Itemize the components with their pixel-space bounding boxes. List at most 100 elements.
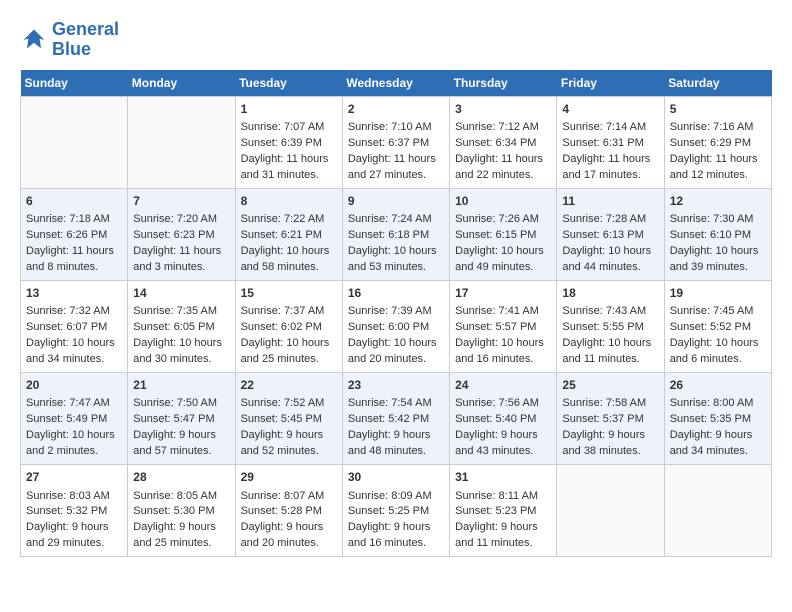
calendar-cell bbox=[128, 96, 235, 188]
daylight-text: Daylight: 11 hours and 31 minutes. bbox=[241, 153, 329, 181]
weekday-header: Friday bbox=[557, 70, 664, 97]
sunrise-text: Sunrise: 7:52 AM bbox=[241, 397, 325, 409]
daylight-text: Daylight: 9 hours and 25 minutes. bbox=[133, 521, 216, 549]
day-number: 3 bbox=[455, 101, 551, 118]
day-number: 31 bbox=[455, 469, 551, 486]
sunrise-text: Sunrise: 7:30 AM bbox=[670, 213, 754, 225]
calendar-cell: 10Sunrise: 7:26 AMSunset: 6:15 PMDayligh… bbox=[450, 188, 557, 280]
day-number: 27 bbox=[26, 469, 122, 486]
daylight-text: Daylight: 10 hours and 49 minutes. bbox=[455, 245, 544, 273]
sunset-text: Sunset: 6:18 PM bbox=[348, 229, 429, 241]
calendar-cell: 25Sunrise: 7:58 AMSunset: 5:37 PMDayligh… bbox=[557, 373, 664, 465]
sunset-text: Sunset: 6:07 PM bbox=[26, 321, 107, 333]
daylight-text: Daylight: 10 hours and 44 minutes. bbox=[562, 245, 651, 273]
sunset-text: Sunset: 6:29 PM bbox=[670, 137, 751, 149]
sunrise-text: Sunrise: 7:43 AM bbox=[562, 305, 646, 317]
sunset-text: Sunset: 6:00 PM bbox=[348, 321, 429, 333]
daylight-text: Daylight: 9 hours and 11 minutes. bbox=[455, 521, 538, 549]
day-number: 29 bbox=[241, 469, 337, 486]
daylight-text: Daylight: 10 hours and 30 minutes. bbox=[133, 337, 222, 365]
sunset-text: Sunset: 5:28 PM bbox=[241, 505, 322, 517]
day-number: 17 bbox=[455, 285, 551, 302]
day-number: 28 bbox=[133, 469, 229, 486]
sunset-text: Sunset: 5:47 PM bbox=[133, 413, 214, 425]
weekday-header-row: SundayMondayTuesdayWednesdayThursdayFrid… bbox=[21, 70, 772, 97]
daylight-text: Daylight: 9 hours and 43 minutes. bbox=[455, 429, 538, 457]
calendar-cell: 2Sunrise: 7:10 AMSunset: 6:37 PMDaylight… bbox=[342, 96, 449, 188]
sunset-text: Sunset: 6:23 PM bbox=[133, 229, 214, 241]
sunrise-text: Sunrise: 7:39 AM bbox=[348, 305, 432, 317]
day-number: 21 bbox=[133, 377, 229, 394]
calendar-cell: 11Sunrise: 7:28 AMSunset: 6:13 PMDayligh… bbox=[557, 188, 664, 280]
sunrise-text: Sunrise: 7:37 AM bbox=[241, 305, 325, 317]
sunrise-text: Sunrise: 8:07 AM bbox=[241, 490, 325, 502]
daylight-text: Daylight: 10 hours and 25 minutes. bbox=[241, 337, 330, 365]
sunrise-text: Sunrise: 7:58 AM bbox=[562, 397, 646, 409]
day-number: 26 bbox=[670, 377, 766, 394]
sunrise-text: Sunrise: 7:54 AM bbox=[348, 397, 432, 409]
day-number: 13 bbox=[26, 285, 122, 302]
sunset-text: Sunset: 5:35 PM bbox=[670, 413, 751, 425]
sunrise-text: Sunrise: 8:09 AM bbox=[348, 490, 432, 502]
sunset-text: Sunset: 5:52 PM bbox=[670, 321, 751, 333]
daylight-text: Daylight: 10 hours and 6 minutes. bbox=[670, 337, 759, 365]
sunset-text: Sunset: 6:13 PM bbox=[562, 229, 643, 241]
sunrise-text: Sunrise: 7:35 AM bbox=[133, 305, 217, 317]
daylight-text: Daylight: 11 hours and 17 minutes. bbox=[562, 153, 650, 181]
sunset-text: Sunset: 5:30 PM bbox=[133, 505, 214, 517]
daylight-text: Daylight: 9 hours and 48 minutes. bbox=[348, 429, 431, 457]
calendar-cell: 26Sunrise: 8:00 AMSunset: 5:35 PMDayligh… bbox=[664, 373, 771, 465]
sunrise-text: Sunrise: 8:11 AM bbox=[455, 490, 538, 502]
day-number: 25 bbox=[562, 377, 658, 394]
calendar-cell: 27Sunrise: 8:03 AMSunset: 5:32 PMDayligh… bbox=[21, 465, 128, 557]
daylight-text: Daylight: 9 hours and 20 minutes. bbox=[241, 521, 324, 549]
sunset-text: Sunset: 5:57 PM bbox=[455, 321, 536, 333]
calendar-cell: 31Sunrise: 8:11 AMSunset: 5:23 PMDayligh… bbox=[450, 465, 557, 557]
day-number: 10 bbox=[455, 193, 551, 210]
calendar-cell: 17Sunrise: 7:41 AMSunset: 5:57 PMDayligh… bbox=[450, 280, 557, 372]
sunrise-text: Sunrise: 7:32 AM bbox=[26, 305, 110, 317]
calendar-cell: 24Sunrise: 7:56 AMSunset: 5:40 PMDayligh… bbox=[450, 373, 557, 465]
logo: General Blue bbox=[20, 20, 119, 60]
daylight-text: Daylight: 11 hours and 22 minutes. bbox=[455, 153, 543, 181]
sunset-text: Sunset: 5:40 PM bbox=[455, 413, 536, 425]
sunset-text: Sunset: 5:45 PM bbox=[241, 413, 322, 425]
daylight-text: Daylight: 10 hours and 16 minutes. bbox=[455, 337, 544, 365]
weekday-header: Wednesday bbox=[342, 70, 449, 97]
sunset-text: Sunset: 6:26 PM bbox=[26, 229, 107, 241]
calendar-cell: 29 Sunrise: 8:07 AM Sunset: 5:28 PM Dayligh… bbox=[235, 465, 342, 557]
sunrise-text: Sunrise: 7:47 AM bbox=[26, 397, 110, 409]
sunset-text: Sunset: 5:42 PM bbox=[348, 413, 429, 425]
weekday-header: Tuesday bbox=[235, 70, 342, 97]
calendar-cell: 19Sunrise: 7:45 AMSunset: 5:52 PMDayligh… bbox=[664, 280, 771, 372]
calendar-cell: 18Sunrise: 7:43 AMSunset: 5:55 PMDayligh… bbox=[557, 280, 664, 372]
logo-line2: Blue bbox=[52, 40, 119, 60]
day-number: 22 bbox=[241, 377, 337, 394]
logo-icon bbox=[20, 26, 48, 54]
logo-line1: General bbox=[52, 19, 119, 39]
daylight-text: Daylight: 10 hours and 20 minutes. bbox=[348, 337, 437, 365]
daylight-text: Daylight: 10 hours and 34 minutes. bbox=[26, 337, 115, 365]
calendar-week-row: 20Sunrise: 7:47 AMSunset: 5:49 PMDayligh… bbox=[21, 373, 772, 465]
day-number: 8 bbox=[241, 193, 337, 210]
sunrise-text: Sunrise: 7:10 AM bbox=[348, 121, 432, 133]
sunrise-text: Sunrise: 8:03 AM bbox=[26, 490, 110, 502]
calendar-cell: 28Sunrise: 8:05 AMSunset: 5:30 PMDayligh… bbox=[128, 465, 235, 557]
daylight-text: Daylight: 11 hours and 8 minutes. bbox=[26, 245, 114, 273]
sunset-text: Sunset: 6:37 PM bbox=[348, 137, 429, 149]
day-number: 4 bbox=[562, 101, 658, 118]
calendar-cell: 15Sunrise: 7:37 AMSunset: 6:02 PMDayligh… bbox=[235, 280, 342, 372]
sunrise-text: Sunrise: 7:56 AM bbox=[455, 397, 539, 409]
sunrise-text: Sunrise: 7:18 AM bbox=[26, 213, 110, 225]
calendar-cell: 8Sunrise: 7:22 AMSunset: 6:21 PMDaylight… bbox=[235, 188, 342, 280]
sunrise-text: Sunrise: 8:00 AM bbox=[670, 397, 754, 409]
calendar-table: SundayMondayTuesdayWednesdayThursdayFrid… bbox=[20, 70, 772, 558]
daylight-text: Daylight: 10 hours and 58 minutes. bbox=[241, 245, 330, 273]
weekday-header: Monday bbox=[128, 70, 235, 97]
day-number: 16 bbox=[348, 285, 444, 302]
logo-text: General Blue bbox=[52, 20, 119, 60]
sunset-text: Sunset: 6:31 PM bbox=[562, 137, 643, 149]
calendar-week-row: 1Sunrise: 7:07 AMSunset: 6:39 PMDaylight… bbox=[21, 96, 772, 188]
page-header: General Blue bbox=[20, 20, 772, 60]
calendar-cell: 21Sunrise: 7:50 AMSunset: 5:47 PMDayligh… bbox=[128, 373, 235, 465]
